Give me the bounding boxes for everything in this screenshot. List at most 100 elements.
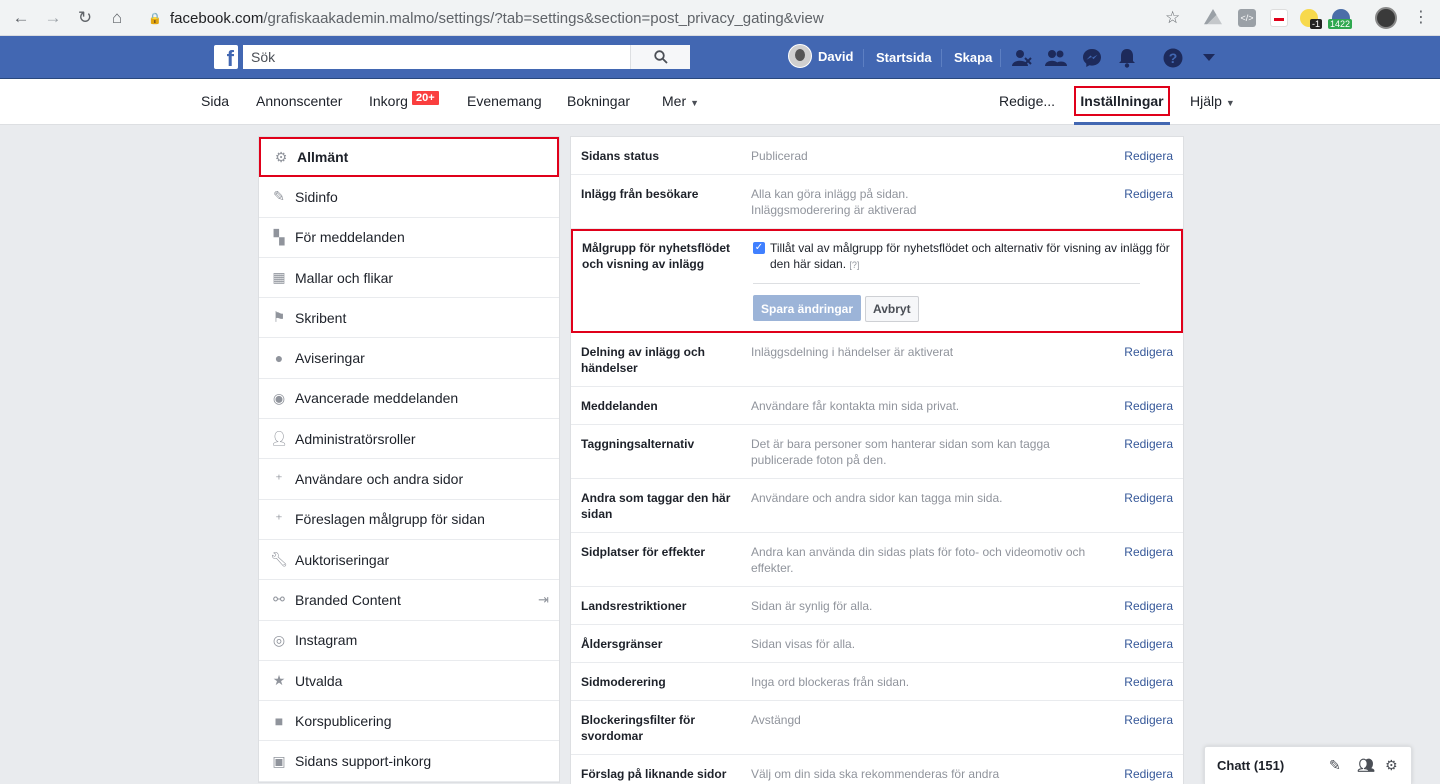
setting-value-line: Inläggsmoderering är aktiverad (751, 203, 917, 217)
user-name: David (818, 48, 854, 64)
groups-icon[interactable] (1045, 47, 1067, 69)
red-extension-icon[interactable] (1270, 9, 1288, 27)
home-icon[interactable]: ⌂ (106, 7, 128, 29)
edit-link[interactable]: Redigera (1124, 636, 1173, 652)
edit-link[interactable]: Redigera (1124, 674, 1173, 690)
sidebar-item-support-inkorg[interactable]: ▣ Sidans support-inkorg (259, 741, 559, 782)
edit-link[interactable]: Redigera (1124, 490, 1173, 522)
tab-mer[interactable]: Mer ▼ (662, 93, 699, 109)
drive-extension-icon[interactable] (1204, 9, 1222, 25)
edit-link[interactable]: Redigera (1124, 544, 1173, 576)
active-tab-indicator (1074, 122, 1170, 125)
sidebar-item-label: Sidans support-inkorg (295, 753, 432, 770)
handshake-icon: ⚯ (273, 591, 285, 608)
grid-icon: ▦ (272, 269, 286, 286)
sidebar-item-administratorsroller[interactable]: 👤︎ Administratörsroller (259, 419, 559, 460)
save-changes-button[interactable]: Spara ändringar (753, 295, 862, 321)
sidebar-item-auktoriseringar[interactable]: 🔧︎ Auktoriseringar (259, 540, 559, 581)
create-link[interactable]: Skapa (954, 50, 992, 65)
menu-kebab-icon[interactable]: ⋮ (1413, 7, 1429, 27)
search-input[interactable] (243, 45, 630, 69)
tab-mer-label: Mer (662, 93, 687, 109)
setting-value: Välj om din sida ska rekommenderas för a… (751, 767, 1000, 781)
edit-link[interactable]: Redigera (1124, 398, 1173, 414)
sidebar-item-label: Branded Content (295, 591, 401, 608)
tab-hjalp[interactable]: Hjälp ▼ (1190, 93, 1235, 109)
sidebar-item-branded-content[interactable]: ⚯ Branded Content ⇥ (259, 580, 559, 621)
address-bar[interactable]: 🔒 facebook.com/grafiskaakademin.malmo/se… (142, 5, 1192, 31)
sidebar-item-label: Skribent (295, 309, 347, 326)
edit-form: ✓ Tillåt val av målgrupp för nyhetsflöde… (753, 240, 1172, 322)
code-extension-icon[interactable]: </> (1238, 9, 1256, 27)
sidebar-item-instagram[interactable]: ◎ Instagram (259, 621, 559, 661)
sidebar-item-utvalda[interactable]: ★ Utvalda (259, 661, 559, 702)
compose-icon[interactable]: ✎ (1329, 757, 1341, 774)
tab-sida[interactable]: Sida (201, 93, 229, 109)
edit-link[interactable]: Redigera (1124, 344, 1173, 376)
account-menu-caret-icon[interactable] (1198, 47, 1220, 69)
search-button[interactable] (630, 45, 690, 69)
chevron-down-icon: ▼ (690, 98, 700, 108)
forward-icon[interactable]: → (42, 7, 64, 29)
sidebar-item-aviseringar[interactable]: ● Aviseringar (259, 338, 559, 379)
back-icon[interactable]: ← (10, 7, 32, 29)
cancel-button[interactable]: Avbryt (865, 296, 919, 322)
edit-link[interactable]: Redigera (1124, 766, 1173, 782)
user-profile-link[interactable]: David (788, 44, 853, 68)
sidebar-item-label: Avancerade meddelanden (295, 390, 459, 407)
divider (1000, 49, 1001, 67)
tab-annonscenter[interactable]: Annonscenter (256, 93, 342, 109)
sidebar-item-korspublicering[interactable]: ■ Korspublicering (259, 701, 559, 742)
sidebar-item-label: Aviseringar (295, 350, 365, 367)
checkbox-option[interactable]: ✓ Tillåt val av målgrupp för nyhetsflöde… (753, 240, 1172, 273)
messenger-icon[interactable] (1081, 47, 1103, 69)
help-link[interactable]: [?] (849, 260, 859, 270)
inkorg-badge: 20+ (411, 90, 440, 106)
sidebar-item-allmant[interactable]: ⚙ Allmänt (259, 137, 559, 178)
sidebar-item-label: Mallar och flikar (295, 269, 394, 286)
divider (863, 49, 864, 67)
setting-label: Inlägg från besökare (581, 187, 699, 201)
sidebar-item-skribent[interactable]: ⚑ Skribent (259, 298, 559, 339)
person-plus-icon: ⁺ (275, 470, 283, 487)
gear-icon[interactable]: ⚙ (1385, 757, 1398, 774)
setting-label: Förslag på liknande sidor (581, 767, 727, 781)
bookmark-star-icon[interactable]: ☆ (1165, 8, 1180, 28)
pencil-icon: ✎ (273, 188, 285, 205)
tab-redigera[interactable]: Redige... (999, 93, 1055, 109)
notifications-bell-icon[interactable] (1116, 47, 1138, 69)
sidebar-item-label: För meddelanden (295, 229, 405, 246)
setting-value: Användare får kontakta min sida privat. (751, 399, 960, 413)
setting-label: Sidans status (581, 149, 660, 163)
profile-avatar[interactable] (1375, 7, 1397, 29)
divider (753, 283, 1140, 284)
checkbox-text: Tillåt val av målgrupp för nyhetsflödet … (770, 241, 1170, 271)
chat-bar[interactable]: Chatt (151) ✎ 👥︎ ⚙ (1204, 746, 1412, 784)
sidebar-item-mallar[interactable]: ▦ Mallar och flikar (259, 258, 559, 299)
tab-bokningar[interactable]: Bokningar (567, 93, 630, 109)
edit-link[interactable]: Redigera (1124, 712, 1173, 744)
tab-inkorg[interactable]: Inkorg (369, 93, 408, 109)
tab-evenemang[interactable]: Evenemang (467, 93, 542, 109)
sidebar-item-meddelanden[interactable]: ▚ För meddelanden (259, 218, 559, 258)
tab-installningar[interactable]: Inställningar (1074, 86, 1170, 116)
sidebar-item-avancerade-meddelanden[interactable]: ◉ Avancerade meddelanden (259, 379, 559, 420)
sidebar-item-sidinfo[interactable]: ✎ Sidinfo (259, 177, 559, 218)
reload-icon[interactable]: ↻ (74, 7, 96, 29)
home-link[interactable]: Startsida (876, 50, 932, 65)
setting-label: Andra som taggar den här sidan (581, 491, 731, 521)
sidebar-item-foreslagen-malgrupp[interactable]: ⁺ Föreslagen målgrupp för sidan (259, 500, 559, 540)
friend-requests-icon[interactable] (1011, 47, 1033, 69)
help-icon[interactable]: ? (1162, 47, 1184, 69)
settings-row: Förslag på liknande sidor Välj om din si… (571, 755, 1183, 784)
wrench-icon: 🔧︎ (270, 551, 288, 568)
edit-link[interactable]: Redigera (1124, 436, 1173, 468)
setting-label: Blockeringsfilter för svordomar (581, 713, 696, 743)
sidebar-item-anvandare[interactable]: ⁺ Användare och andra sidor (259, 459, 559, 500)
edit-link[interactable]: Redigera (1124, 598, 1173, 614)
checkbox-checked-icon[interactable]: ✓ (753, 242, 765, 254)
facebook-logo-icon[interactable]: f (214, 45, 238, 69)
contacts-icon[interactable]: 👥︎ (1357, 757, 1375, 774)
edit-link[interactable]: Redigera (1124, 186, 1173, 218)
edit-link[interactable]: Redigera (1124, 148, 1173, 164)
